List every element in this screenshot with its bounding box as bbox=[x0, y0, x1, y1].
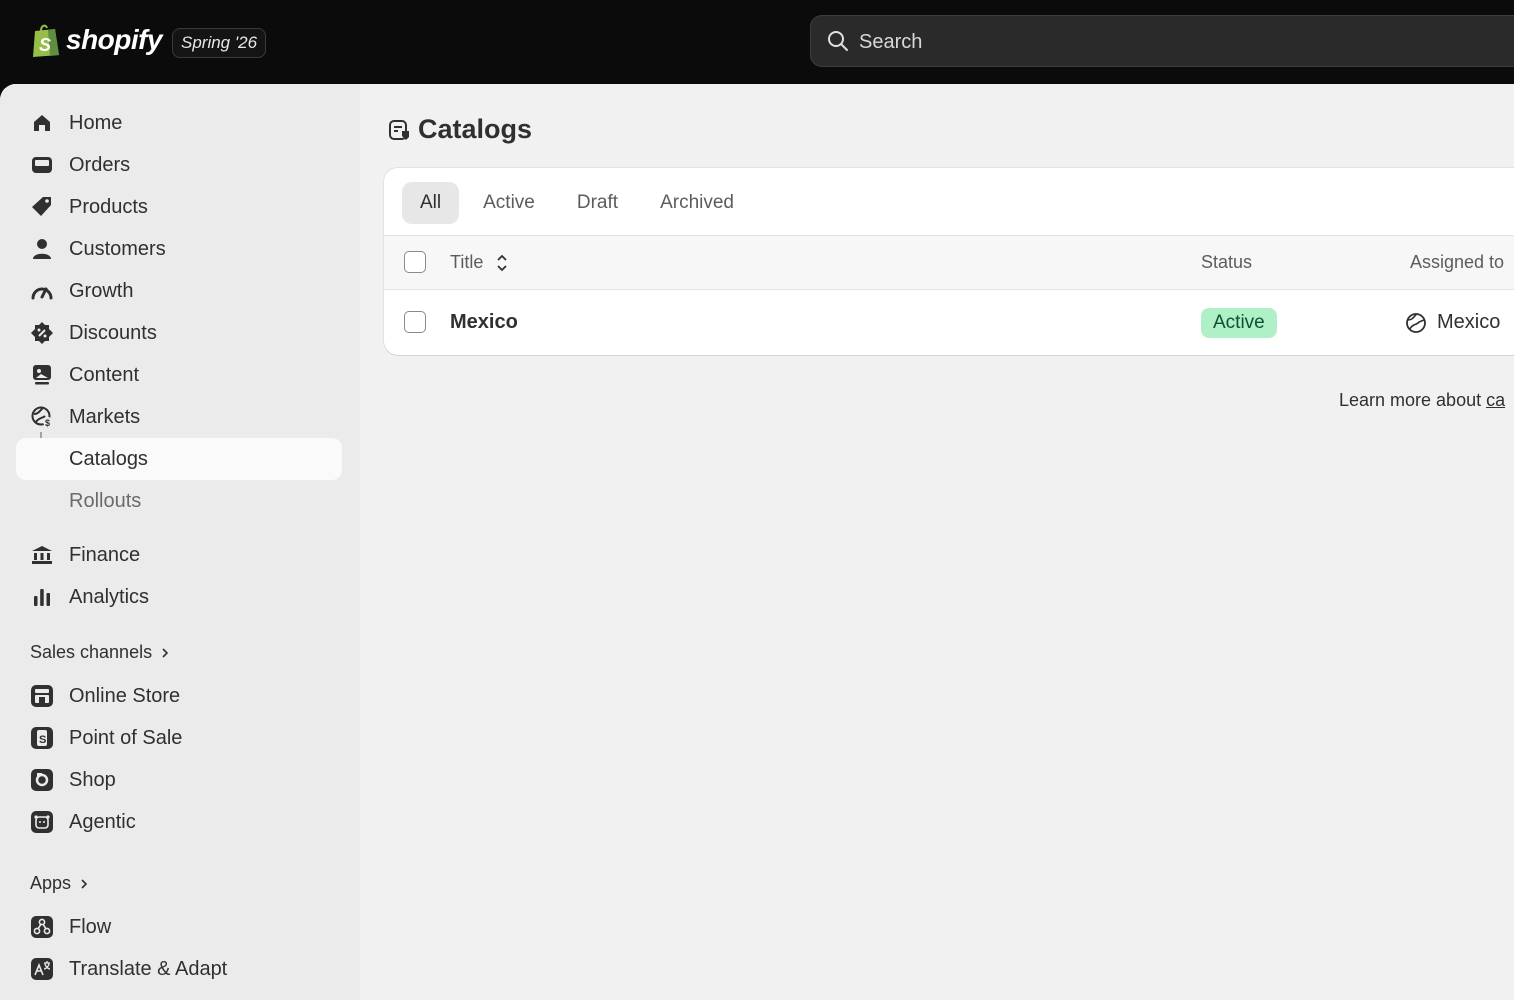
row-checkbox[interactable] bbox=[404, 311, 426, 333]
sidebar-item-label: Translate & Adapt bbox=[69, 957, 228, 980]
select-all-checkbox[interactable] bbox=[404, 251, 426, 273]
svg-text:S: S bbox=[39, 35, 51, 55]
filter-tabs: All Active Draft Archived bbox=[402, 182, 758, 224]
sidebar-item-shop[interactable]: Shop bbox=[16, 759, 342, 801]
catalogs-table-card: All Active Draft Archived Title Status A… bbox=[384, 168, 1514, 355]
sidebar-item-label: Rollouts bbox=[69, 489, 142, 512]
edition-badge[interactable]: Spring '26 bbox=[172, 28, 267, 58]
sidebar-item-label: Content bbox=[69, 363, 140, 386]
sidebar-item-rollouts[interactable]: Rollouts bbox=[16, 480, 342, 522]
column-header-title[interactable]: Title bbox=[450, 236, 483, 289]
sidebar-item-label: Agentic bbox=[69, 810, 136, 833]
sidebar-item-label: Finance bbox=[69, 543, 141, 566]
inbox-icon bbox=[30, 153, 54, 177]
app-shell: Home Orders Products Customers Growth Di… bbox=[0, 84, 1514, 1000]
sidebar-item-growth[interactable]: Growth bbox=[16, 270, 342, 312]
apps-heading[interactable]: Apps bbox=[30, 873, 89, 894]
sidebar-item-label: Growth bbox=[69, 279, 134, 302]
sidebar-item-flow[interactable]: Flow bbox=[16, 906, 342, 948]
sales-channels-heading[interactable]: Sales channels bbox=[30, 642, 170, 663]
sidebar-item-label: Analytics bbox=[69, 585, 150, 608]
sidebar-item-label: Discounts bbox=[69, 321, 157, 344]
status-badge: Active bbox=[1201, 308, 1277, 338]
sidebar-item-agentic[interactable]: Agentic bbox=[16, 801, 342, 843]
pos-icon: S bbox=[30, 726, 54, 750]
chevron-right-icon bbox=[162, 647, 169, 658]
tab-all[interactable]: All bbox=[402, 182, 460, 224]
learn-more-link[interactable]: ca bbox=[1486, 390, 1505, 410]
column-header-status: Status bbox=[1201, 252, 1253, 272]
image-icon bbox=[30, 363, 54, 387]
sidebar-item-catalogs[interactable]: Catalogs bbox=[16, 438, 342, 480]
search-icon bbox=[828, 31, 848, 51]
sidebar-item-online-store[interactable]: Online Store bbox=[16, 675, 342, 717]
agentic-icon bbox=[30, 810, 54, 834]
sidebar-item-markets[interactable]: $ Markets bbox=[16, 396, 342, 438]
sidebar-item-home[interactable]: Home bbox=[16, 102, 342, 144]
sidebar-item-point-of-sale[interactable]: S Point of Sale bbox=[16, 717, 342, 759]
discount-icon bbox=[30, 321, 54, 345]
globe-icon bbox=[1406, 312, 1426, 333]
flow-icon bbox=[30, 915, 54, 939]
tab-draft[interactable]: Draft bbox=[559, 182, 636, 224]
sidebar-item-analytics[interactable]: Analytics bbox=[16, 576, 342, 618]
sidebar-item-customers[interactable]: Customers bbox=[16, 228, 342, 270]
search-input[interactable] bbox=[857, 16, 1461, 68]
svg-text:S: S bbox=[39, 734, 46, 746]
sidebar-item-label: Orders bbox=[69, 153, 131, 176]
sidebar-item-content[interactable]: Content bbox=[16, 354, 342, 396]
learn-more-prefix: Learn more about bbox=[1339, 390, 1487, 410]
person-icon bbox=[30, 237, 54, 261]
sidebar-item-translate-adapt[interactable]: Translate & Adapt bbox=[16, 948, 342, 990]
sidebar-item-label: Flow bbox=[69, 915, 112, 938]
bank-icon bbox=[30, 543, 54, 567]
home-icon bbox=[30, 111, 54, 135]
sidebar-item-label: Home bbox=[69, 111, 123, 134]
column-header-assigned-to: Assigned to bbox=[1410, 252, 1505, 272]
sidebar: Home Orders Products Customers Growth Di… bbox=[0, 84, 360, 1000]
sidebar-item-label: Products bbox=[69, 195, 148, 218]
sidebar-item-products[interactable]: Products bbox=[16, 186, 342, 228]
search-bar[interactable] bbox=[810, 15, 1514, 68]
sales-channels-label: Sales channels bbox=[30, 642, 153, 662]
tag-icon bbox=[30, 195, 54, 219]
page-title: Catalogs bbox=[418, 114, 533, 144]
apps-label: Apps bbox=[30, 873, 72, 893]
tab-archived[interactable]: Archived bbox=[642, 182, 752, 224]
assigned-market: Mexico bbox=[1437, 311, 1501, 333]
page-header: Catalogs bbox=[388, 114, 532, 145]
sort-icon[interactable] bbox=[495, 252, 509, 274]
table-header: Title Status Assigned to bbox=[384, 235, 1514, 290]
table-row[interactable]: Mexico Active Mexico bbox=[384, 290, 1514, 355]
sidebar-item-label: Catalogs bbox=[69, 447, 148, 470]
chevron-right-icon bbox=[81, 878, 88, 889]
shopify-logo[interactable]: S shopify bbox=[30, 22, 163, 58]
catalog-title[interactable]: Mexico bbox=[450, 290, 518, 355]
sidebar-item-finance[interactable]: Finance bbox=[16, 534, 342, 576]
sidebar-item-label: Point of Sale bbox=[69, 726, 183, 749]
catalog-icon bbox=[389, 119, 409, 140]
tab-active[interactable]: Active bbox=[465, 182, 553, 224]
sidebar-item-label: Shop bbox=[69, 768, 116, 791]
assigned-to-cell: Mexico bbox=[1405, 290, 1500, 355]
globe-icon: $ bbox=[30, 405, 54, 429]
storefront-icon bbox=[30, 684, 54, 708]
shopify-bag-icon: S bbox=[33, 24, 59, 57]
sidebar-item-discounts[interactable]: Discounts bbox=[16, 312, 342, 354]
shop-icon bbox=[30, 768, 54, 792]
translate-icon bbox=[30, 957, 54, 981]
sidebar-item-label: Markets bbox=[69, 405, 141, 428]
sidebar-item-orders[interactable]: Orders bbox=[16, 144, 342, 186]
top-bar: S shopify Spring '26 bbox=[0, 0, 1514, 84]
brand-name: shopify bbox=[66, 24, 163, 55]
sidebar-item-label: Customers bbox=[69, 237, 166, 260]
sidebar-item-label: Online Store bbox=[69, 684, 181, 707]
svg-text:$: $ bbox=[45, 418, 50, 428]
bar-chart-icon bbox=[30, 585, 54, 609]
learn-more-text: Learn more about ca bbox=[1339, 390, 1505, 411]
gauge-icon bbox=[30, 279, 54, 303]
